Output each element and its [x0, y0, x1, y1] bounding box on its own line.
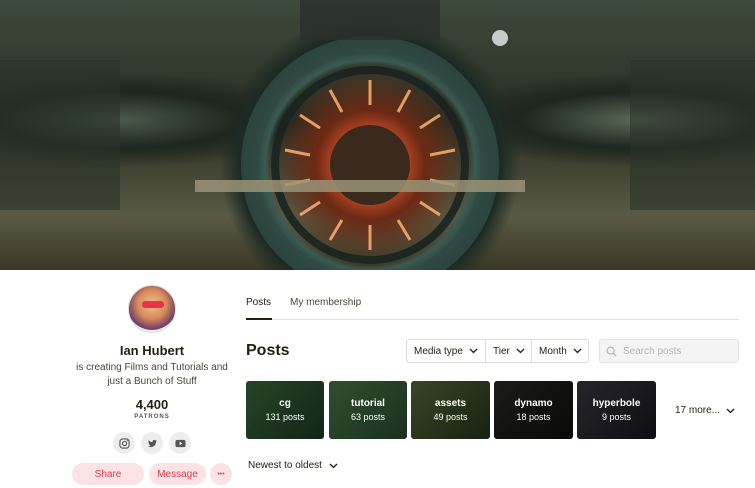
search-box[interactable]	[599, 339, 739, 363]
sort-label: Newest to oldest	[248, 460, 322, 471]
posts-heading: Posts	[246, 342, 290, 359]
creator-name: Ian Hubert	[119, 343, 185, 358]
tag-card-overlay	[411, 381, 490, 439]
tag-card-dynamo[interactable]: dynamo 18 posts	[494, 381, 573, 439]
tier-filter[interactable]: Tier	[485, 339, 532, 363]
banner-artwork	[0, 0, 755, 270]
month-filter-label: Month	[539, 345, 567, 357]
more-tags-label: 17 more...	[675, 405, 721, 416]
active-tab-indicator	[246, 318, 272, 320]
tag-post-count: 131 posts	[265, 412, 305, 422]
tag-card-overlay	[246, 381, 324, 439]
sort-dropdown[interactable]: Newest to oldest	[248, 460, 338, 471]
tag-card-hyperbole[interactable]: hyperbole 9 posts	[577, 381, 656, 439]
share-button[interactable]: Share	[72, 463, 144, 485]
tier-filter-label: Tier	[493, 345, 510, 357]
tabs-divider	[246, 319, 739, 320]
tag-card-tutorial[interactable]: tutorial 63 posts	[329, 381, 407, 439]
patron-label: PATRONS	[134, 414, 170, 420]
tag-card-overlay	[329, 381, 407, 439]
tag-name: assets	[434, 398, 467, 409]
youtube-button[interactable]	[169, 432, 191, 454]
chevron-down-icon	[726, 408, 735, 413]
tag-post-count: 18 posts	[516, 412, 551, 422]
tag-post-count: 9 posts	[601, 412, 632, 422]
patron-count: 4,400	[135, 397, 169, 412]
youtube-icon	[174, 439, 186, 447]
creator-description: is creating Films and Tutorials and just…	[76, 362, 228, 387]
media-type-filter[interactable]: Media type	[406, 339, 486, 363]
tab-posts[interactable]: Posts	[246, 297, 271, 308]
tag-card-cg[interactable]: cg 131 posts	[246, 381, 324, 439]
message-button[interactable]: Message	[149, 463, 206, 485]
search-input[interactable]	[623, 345, 733, 357]
avatar-glasses	[142, 301, 164, 308]
tab-my-membership[interactable]: My membership	[290, 297, 361, 308]
tag-post-count: 49 posts	[433, 412, 468, 422]
creator-avatar[interactable]	[128, 285, 176, 333]
twitter-icon	[147, 439, 157, 447]
more-tags-button[interactable]: 17 more...	[675, 405, 735, 416]
tag-card-overlay	[577, 381, 656, 439]
twitter-button[interactable]	[141, 432, 163, 454]
tag-card-overlay	[494, 381, 573, 439]
tag-name: cg	[279, 398, 291, 409]
chevron-down-icon	[516, 348, 525, 354]
more-options-button[interactable]: •••	[210, 463, 232, 485]
chevron-down-icon	[469, 348, 478, 354]
chevron-down-icon	[329, 463, 338, 468]
instagram-button[interactable]	[113, 432, 135, 454]
search-icon	[606, 346, 617, 357]
banner-image	[0, 0, 755, 270]
tag-name: hyperbole	[592, 398, 641, 409]
tag-post-count: 63 posts	[350, 412, 386, 422]
month-filter[interactable]: Month	[531, 339, 589, 363]
instagram-icon	[118, 437, 130, 449]
tag-name: dynamo	[514, 398, 553, 409]
chevron-down-icon	[573, 348, 582, 354]
tag-card-assets[interactable]: assets 49 posts	[411, 381, 490, 439]
tag-name: tutorial	[351, 398, 385, 409]
media-type-filter-label: Media type	[414, 345, 463, 357]
